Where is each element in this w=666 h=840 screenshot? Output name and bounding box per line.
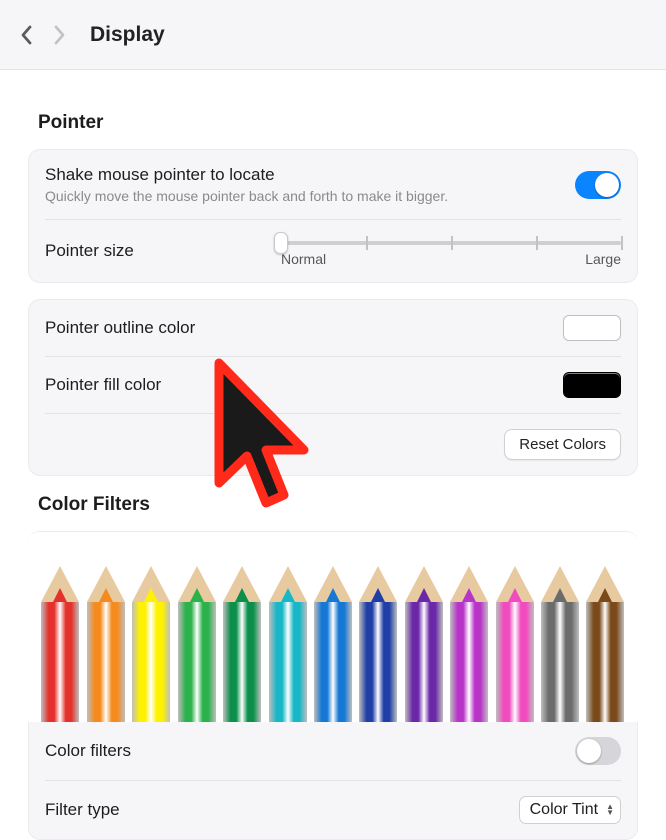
- filter-type-label: Filter type: [45, 800, 120, 820]
- pencils-image: [28, 532, 638, 722]
- page-title: Display: [90, 23, 165, 47]
- shake-subtitle: Quickly move the mouse pointer back and …: [45, 188, 448, 204]
- outline-color-well[interactable]: [563, 315, 621, 341]
- pencil-icon: [132, 566, 170, 722]
- slider-min-label: Normal: [281, 251, 326, 267]
- pencil-icon: [223, 566, 261, 722]
- filter-type-select[interactable]: Color Tint ▲▼: [519, 796, 621, 824]
- pencil-icon: [405, 566, 443, 722]
- shake-toggle[interactable]: [575, 171, 621, 199]
- pencil-icon: [87, 566, 125, 722]
- pencil-icon: [541, 566, 579, 722]
- fill-color-label: Pointer fill color: [45, 375, 161, 395]
- color-filters-toggle[interactable]: [575, 737, 621, 765]
- filter-type-value: Color Tint: [530, 801, 598, 819]
- pointer-group-2: Pointer outline color Pointer fill color…: [28, 299, 638, 476]
- pointer-group-1: Shake mouse pointer to locate Quickly mo…: [28, 149, 638, 283]
- color-filters-heading: Color Filters: [38, 494, 638, 516]
- pointer-size-label: Pointer size: [45, 241, 134, 261]
- pencil-icon: [41, 566, 79, 722]
- titlebar: Display: [0, 0, 666, 70]
- slider-max-label: Large: [585, 251, 621, 267]
- forward-button[interactable]: [52, 25, 66, 45]
- pencil-icon: [269, 566, 307, 722]
- outline-color-label: Pointer outline color: [45, 318, 195, 338]
- shake-title: Shake mouse pointer to locate: [45, 165, 448, 185]
- pointer-heading: Pointer: [38, 112, 638, 134]
- chevron-up-down-icon: ▲▼: [606, 804, 614, 816]
- fill-color-well[interactable]: [563, 372, 621, 398]
- pointer-size-slider[interactable]: Normal Large: [281, 235, 621, 267]
- back-button[interactable]: [20, 25, 34, 45]
- pencil-icon: [586, 566, 624, 722]
- color-filters-group: Color filters Filter type Color Tint ▲▼: [28, 531, 638, 840]
- reset-colors-button[interactable]: Reset Colors: [504, 429, 621, 460]
- pencil-icon: [496, 566, 534, 722]
- pencil-icon: [450, 566, 488, 722]
- pencil-icon: [359, 566, 397, 722]
- color-filters-toggle-label: Color filters: [45, 741, 131, 761]
- pencil-icon: [178, 566, 216, 722]
- pencil-icon: [314, 566, 352, 722]
